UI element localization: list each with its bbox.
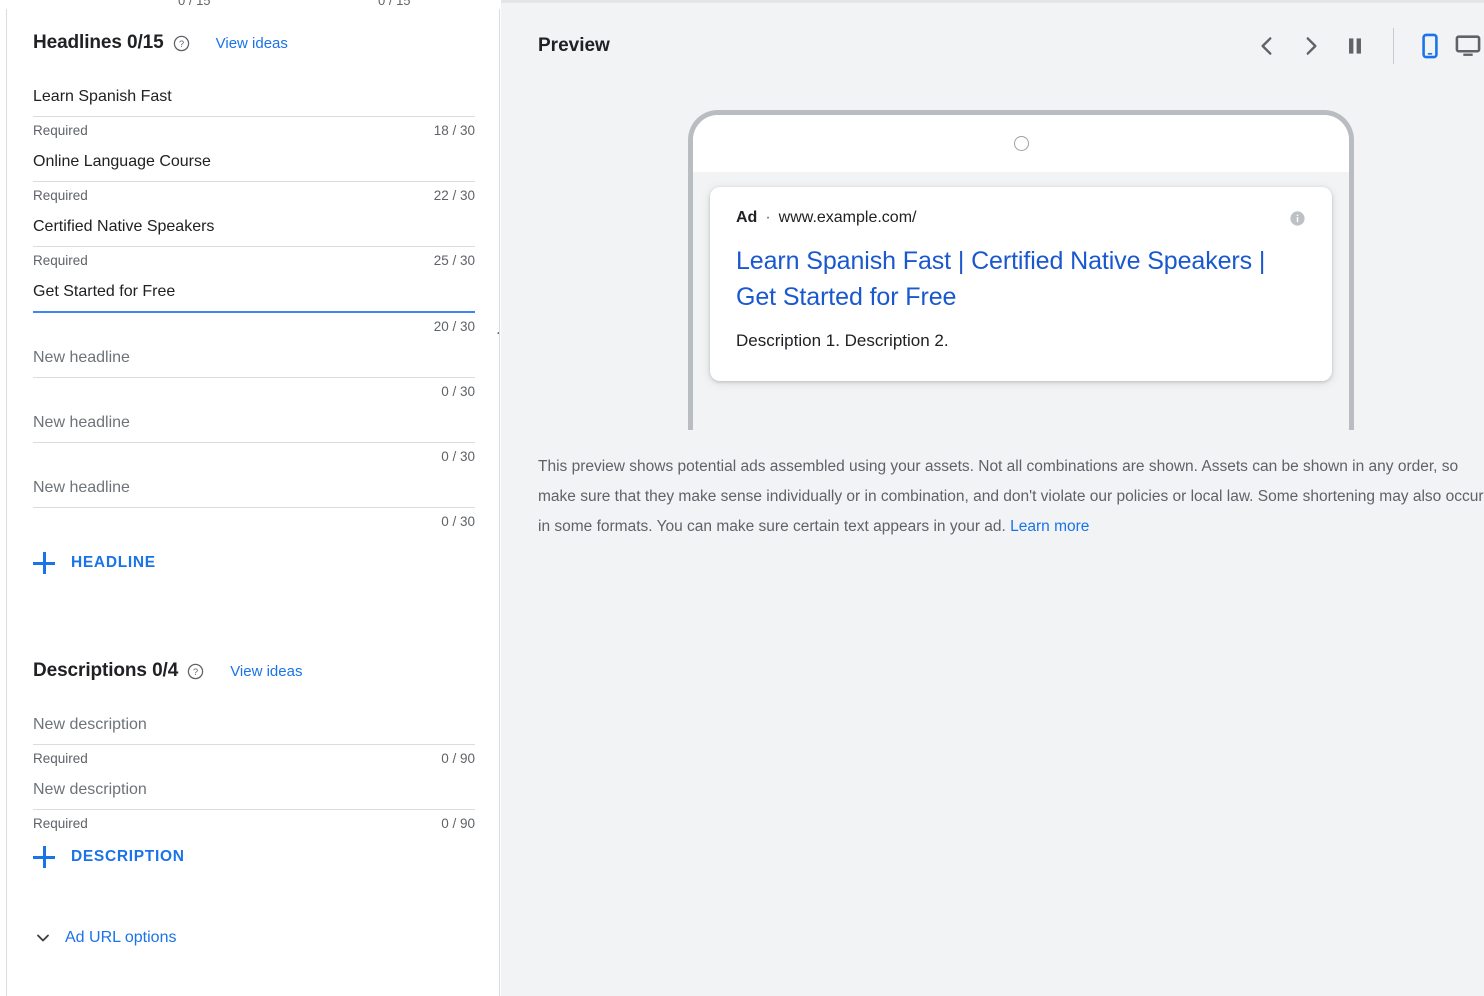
headline-char-count-5: 0 / 30 (441, 448, 475, 464)
description-required-label-1: Required (33, 815, 88, 831)
info-circle-icon[interactable] (1289, 210, 1306, 227)
clipped-top-row: 0 / 15 0 / 15 (0, 0, 500, 9)
headline-char-count-6: 0 / 30 (441, 513, 475, 529)
headline-input-6[interactable]: New headline (33, 469, 475, 507)
preview-disclaimer: This preview shows potential ads assembl… (538, 452, 1484, 542)
plus-icon (33, 552, 55, 574)
headline-meta-5: 0 / 30 (33, 443, 475, 469)
camera-icon (1013, 136, 1029, 151)
preview-panel: Preview Ad · www.example.com/ Learn Span… (501, 0, 1484, 996)
descriptions-view-ideas-link[interactable]: View ideas (230, 663, 302, 680)
left-edge-strip (0, 0, 7, 996)
headline-meta-4: 0 / 30 (33, 378, 475, 404)
headline-input-3[interactable]: Get Started for Free (33, 273, 475, 311)
headlines-header: Headlines 0/15 ? View ideas (33, 0, 475, 64)
clipped-count-left: 0 / 15 (178, 0, 211, 8)
headlines-title: Headlines 0/15 (33, 32, 164, 53)
headline-required-label-1: Required (33, 187, 88, 203)
headline-char-count-3: 20 / 30 (433, 318, 475, 334)
ad-card-header: Ad · www.example.com/ (736, 209, 1306, 227)
preview-header: Preview (501, 3, 1484, 88)
chevron-left-icon[interactable] (1245, 24, 1289, 68)
headline-field-row: Online Language Course Required 22 / 30 (33, 143, 475, 208)
clipped-count-right: 0 / 15 (378, 0, 411, 8)
ad-editor-screen: 0 / 15 0 / 15 Headlines 0/15 ? View idea… (0, 0, 1484, 996)
description-char-count-0: 0 / 90 (441, 750, 475, 766)
description-required-label-0: Required (33, 750, 88, 766)
description-field-row: New description Required 0 / 90 (33, 706, 475, 771)
description-input-1[interactable]: New description (33, 771, 475, 809)
ad-url-options-toggle[interactable]: Ad URL options (33, 928, 475, 948)
pause-icon[interactable] (1333, 24, 1377, 68)
svg-text:?: ? (179, 39, 184, 49)
descriptions-field-list: New description Required 0 / 90 New desc… (33, 706, 475, 836)
descriptions-header: Descriptions 0/4 ? View ideas (33, 628, 475, 692)
chevron-down-icon (33, 928, 53, 948)
headline-input-1[interactable]: Online Language Course (33, 143, 475, 181)
headlines-field-list: Learn Spanish Fast Required 18 / 30 Onli… (33, 78, 499, 534)
headline-field-row: New headline 0 / 30 (33, 469, 475, 534)
mobile-device-icon[interactable] (1406, 24, 1454, 68)
add-headline-label: HEADLINE (71, 554, 156, 571)
descriptions-title: Descriptions 0/4 (33, 660, 179, 681)
preview-title: Preview (538, 34, 610, 56)
description-meta-1: Required 0 / 90 (33, 810, 475, 836)
headline-input-2[interactable]: Certified Native Speakers (33, 208, 475, 246)
headline-field-row: Learn Spanish Fast Required 18 / 30 (33, 78, 475, 143)
svg-text:?: ? (193, 667, 198, 677)
headline-required-label-0: Required (33, 122, 88, 138)
preview-toolbar (1245, 24, 1484, 68)
headline-meta-3: 20 / 30 (33, 313, 475, 339)
headline-meta-6: 0 / 30 (33, 508, 475, 534)
headline-field-row-focused: Get Started for Free ? (33, 273, 499, 339)
help-circle-icon[interactable]: ? (187, 663, 204, 680)
headline-input-4[interactable]: New headline (33, 339, 475, 377)
desktop-device-icon[interactable] (1454, 24, 1484, 68)
headline-char-count-2: 25 / 30 (433, 252, 475, 268)
description-input-0[interactable]: New description (33, 706, 475, 744)
ad-url-options-label: Ad URL options (65, 929, 177, 946)
headline-meta-0: Required 18 / 30 (33, 117, 475, 143)
headline-field-row: New headline 0 / 30 (33, 339, 475, 404)
ad-preview-card[interactable]: Ad · www.example.com/ Learn Spanish Fast… (710, 187, 1332, 381)
ad-headline[interactable]: Learn Spanish Fast | Certified Native Sp… (736, 243, 1306, 315)
phone-screen: Ad · www.example.com/ Learn Spanish Fast… (693, 172, 1349, 430)
headline-meta-2: Required 25 / 30 (33, 247, 475, 273)
add-headline-button[interactable]: HEADLINE (33, 542, 475, 584)
headlines-section: Headlines 0/15 ? View ideas Learn Spanis… (7, 0, 499, 584)
headline-char-count-4: 0 / 30 (441, 383, 475, 399)
toolbar-divider (1393, 27, 1394, 64)
mobile-preview-frame: Ad · www.example.com/ Learn Spanish Fast… (688, 110, 1354, 430)
headline-input-5[interactable]: New headline (33, 404, 475, 442)
pushpin-icon[interactable] (493, 324, 499, 348)
headline-field-row: Certified Native Speakers Required 25 / … (33, 208, 475, 273)
headline-input-0[interactable]: Learn Spanish Fast (33, 78, 475, 116)
add-description-button[interactable]: DESCRIPTION (33, 836, 475, 878)
ad-description: Description 1. Description 2. (736, 331, 949, 350)
headline-required-label-2: Required (33, 252, 88, 268)
descriptions-section: Descriptions 0/4 ? View ideas New descri… (7, 628, 499, 948)
headline-char-count-1: 22 / 30 (433, 187, 475, 203)
plus-icon (33, 846, 55, 868)
learn-more-link[interactable]: Learn more (1010, 518, 1089, 535)
description-char-count-1: 0 / 90 (441, 815, 475, 831)
headline-field-actions-3: ? (493, 324, 499, 348)
ad-separator: · (765, 209, 771, 226)
headline-field-row: New headline 0 / 30 (33, 404, 475, 469)
help-circle-icon[interactable]: ? (173, 35, 190, 52)
chevron-right-icon[interactable] (1289, 24, 1333, 68)
add-description-label: DESCRIPTION (71, 848, 185, 865)
headline-char-count-0: 18 / 30 (433, 122, 475, 138)
description-field-row: New description Required 0 / 90 (33, 771, 475, 836)
headline-meta-1: Required 22 / 30 (33, 182, 475, 208)
phone-bezel (693, 115, 1349, 172)
description-meta-0: Required 0 / 90 (33, 745, 475, 771)
ad-display-url: www.example.com/ (778, 209, 917, 226)
assets-panel: Headlines 0/15 ? View ideas Learn Spanis… (7, 0, 500, 996)
ad-badge: Ad (736, 209, 758, 226)
headlines-view-ideas-link[interactable]: View ideas (216, 35, 288, 52)
